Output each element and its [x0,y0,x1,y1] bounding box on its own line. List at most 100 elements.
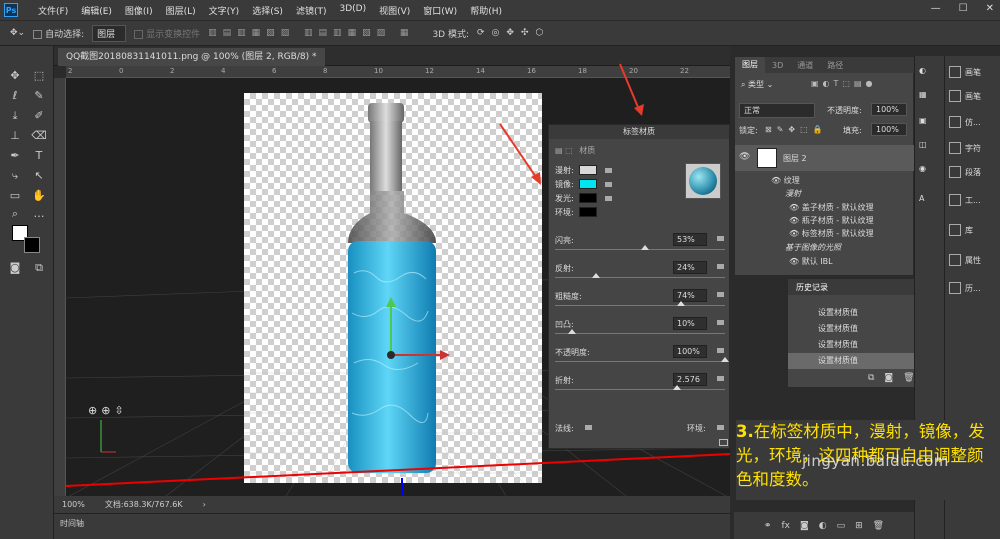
ibl-item[interactable]: 👁 默认 IBL [789,256,833,267]
shine-slider-knob[interactable] [641,245,650,250]
refract-slider-knob[interactable] [673,385,682,390]
dock-item-character[interactable]: 字符 [949,142,981,154]
opacity-texture-icon[interactable] [717,348,724,353]
link-icon[interactable]: ⚭ [764,521,772,531]
new-layer-icon[interactable]: ⊞ [855,521,863,531]
history-item-active[interactable]: 设置材质值 [788,353,934,369]
tab-channels[interactable]: 通道 [790,60,820,71]
dock-item-brushes[interactable]: 画笔 [949,90,981,102]
dock-item-clone-source[interactable]: 仿... [949,116,981,128]
specular-texture-icon[interactable] [605,182,612,187]
dock-item-label: 画笔 [965,91,981,101]
glyph-icon[interactable]: A [919,194,924,203]
layer-filter-icons[interactable]: ▣◐T⬚▤● [811,79,877,88]
properties-title: 标签材质 [549,125,729,139]
shine-label: 闪亮: [555,236,574,245]
glow-texture-icon[interactable] [605,196,612,201]
shine-texture-icon[interactable] [717,236,724,241]
layer-filter-value: 类型 [748,80,765,89]
layers-panel: 图层 3D 通道 路径 ⌕ 类型 ⌄ ▣◐T⬚▤● 正常 不透明度: 100% … [734,56,915,276]
layers-bottom-bar: ⚭ fx ◙ ◐ ▭ ⊞ 🗑 [734,512,914,539]
environment-label: 环境: [687,424,706,433]
opacity-slider[interactable] [555,361,725,362]
reflect-texture-icon[interactable] [717,264,724,269]
history-item[interactable]: 设置材质值 [788,337,934,353]
texture-item-cap-label: 盖子材质 - 默认纹理 [801,203,874,212]
color-icon[interactable]: ◐ [919,66,926,75]
tab-layers[interactable]: 图层 [735,57,765,73]
opacity-field[interactable]: 100% [673,345,707,358]
refract-texture-icon[interactable] [717,376,724,381]
texture-label: 纹理 [783,176,800,185]
dock-item-tool-presets[interactable]: 工... [949,194,981,206]
styles-icon[interactable]: ◫ [919,140,927,149]
zoom-level[interactable]: 100% [62,500,85,509]
bump-slider-knob[interactable] [568,329,576,334]
visibility-eye-icon[interactable]: 👁 [739,152,750,162]
brush-settings-icon[interactable]: ◉ [919,164,926,173]
dock-item-label: 字符 [965,143,981,153]
fill-field[interactable]: 100% [871,123,907,136]
history-item[interactable]: 设置材质值 [788,305,934,321]
reflect-field[interactable]: 24% [673,261,707,274]
diffuse-texture-icon[interactable] [605,168,612,173]
material-tab[interactable]: 材质 [579,146,595,155]
shine-field[interactable]: 53% [673,233,707,246]
layer-opacity-label: 不透明度: [827,106,862,115]
properties-tab-icons[interactable]: ▤ ⬚ 材质 [555,145,595,156]
dock-item-libraries[interactable]: 库 [949,224,973,236]
ambient-label: 环境: [555,208,574,217]
bump-slider[interactable] [555,333,725,334]
opacity-slider-knob[interactable] [721,357,729,362]
specular-color-swatch[interactable] [579,179,597,189]
blend-mode-dropdown[interactable]: 正常 [739,103,815,118]
dock-item-paragraph[interactable]: 段落 [949,166,981,178]
tab-3d[interactable]: 3D [765,61,790,70]
rough-slider-knob[interactable] [676,301,685,306]
group-icon[interactable]: ▭ [837,521,846,531]
brush-icon [949,66,961,78]
layer-filter[interactable]: ⌕ 类型 ⌄ [741,79,773,90]
dock-item-label: 仿... [965,117,981,127]
material-preview-sphere[interactable] [685,163,721,199]
texture-item-label[interactable]: 👁 标签材质 - 默认纹理 [789,228,874,239]
diffuse-group-label: 漫射 [785,189,801,198]
opacity-label: 不透明度: [555,348,590,357]
refract-slider[interactable] [555,389,725,390]
layer-opacity-field[interactable]: 100% [871,103,907,116]
texture-group[interactable]: 👁 纹理 [771,175,800,186]
ambient-color-swatch[interactable] [579,207,597,217]
bump-field[interactable]: 10% [673,317,707,330]
properties-icon [949,254,961,266]
diffuse-color-swatch[interactable] [579,165,597,175]
bump-texture-icon[interactable] [717,320,724,325]
history-item[interactable]: 设置材质值 [788,321,934,337]
material-sphere-icon [689,167,717,195]
tab-paths[interactable]: 路径 [820,60,850,71]
reflect-slider[interactable] [555,277,725,278]
glow-color-swatch[interactable] [579,193,597,203]
delete-icon[interactable]: 🗑 [873,521,884,531]
texture-item-cap[interactable]: 👁 盖子材质 - 默认纹理 [789,202,874,213]
fx-icon[interactable]: fx [781,521,790,531]
adjustment-icon[interactable]: ◐ [819,521,827,531]
layer-row[interactable]: 👁 图层 2 [735,145,915,171]
reflect-slider-knob[interactable] [591,273,600,278]
camera-icon[interactable] [719,439,728,446]
ibl-group-label: 基于图像的光照 [785,243,841,252]
paragraph-icon [949,166,961,178]
rough-slider[interactable] [555,305,725,306]
adjustments-icon[interactable]: ▣ [919,116,927,125]
mask-icon[interactable]: ◙ [800,521,809,531]
status-arrow-icon[interactable]: › [203,500,206,509]
environment-texture-icon[interactable] [717,425,724,430]
rough-texture-icon[interactable] [717,292,724,297]
dock-item-brush[interactable]: 画笔 [949,66,981,78]
texture-item-bottle[interactable]: 👁 瓶子材质 - 默认纹理 [789,215,874,226]
dock-item-properties[interactable]: 属性 [949,254,981,266]
swatches-icon[interactable]: ▦ [919,90,927,99]
normal-texture-icon[interactable] [585,425,592,430]
dock-item-history[interactable]: 历... [949,282,981,294]
lock-icons[interactable]: ⊠✎✥⬚🔒 [765,125,828,134]
shine-slider[interactable] [555,249,725,250]
